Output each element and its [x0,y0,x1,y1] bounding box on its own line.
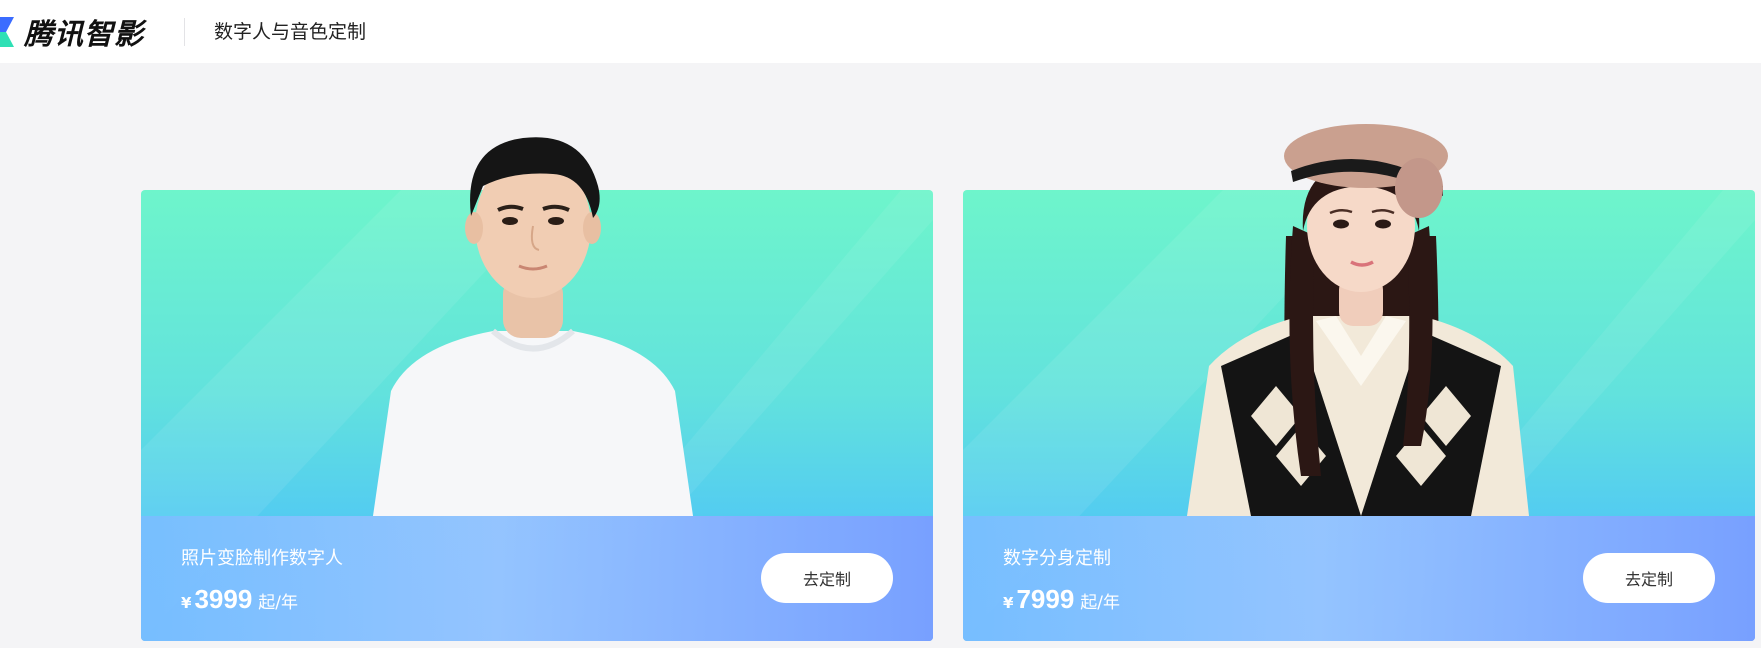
price-currency: ¥ [1003,594,1014,612]
price: ¥ 7999 起/年 [1003,584,1120,615]
logo[interactable]: 腾讯智影 [0,14,145,51]
product-name: 数字分身定制 [1003,548,1111,569]
product-card-photo-avatar[interactable]: 照片变脸制作数字人 ¥ 3999 起/年 去定制 [141,137,933,641]
page-title: 数字人与音色定制 [214,21,367,43]
product-name: 照片变脸制作数字人 [181,548,343,569]
female-portrait [1187,124,1529,516]
product-card-digital-twin[interactable]: 数字分身定制 ¥ 7999 起/年 去定制 [963,124,1755,641]
logo-mark-icon [0,17,14,47]
logo-text: 腾讯智影 [24,17,145,51]
price-unit: 起/年 [258,593,299,613]
male-portrait [373,137,693,516]
customize-button[interactable]: 去定制 [761,553,893,603]
price-currency: ¥ [181,594,192,612]
price-unit: 起/年 [1080,593,1121,613]
top-header: 腾讯智影 数字人与音色定制 [0,0,1761,63]
product-info-bar: 照片变脸制作数字人 ¥ 3999 起/年 去定制 [141,516,933,641]
customize-button[interactable]: 去定制 [1583,553,1715,603]
product-info-bar: 数字分身定制 ¥ 7999 起/年 去定制 [963,516,1755,641]
price-amount: 7999 [1016,584,1075,614]
price: ¥ 3999 起/年 [181,584,298,615]
header-divider [184,18,185,46]
price-amount: 3999 [194,584,253,614]
